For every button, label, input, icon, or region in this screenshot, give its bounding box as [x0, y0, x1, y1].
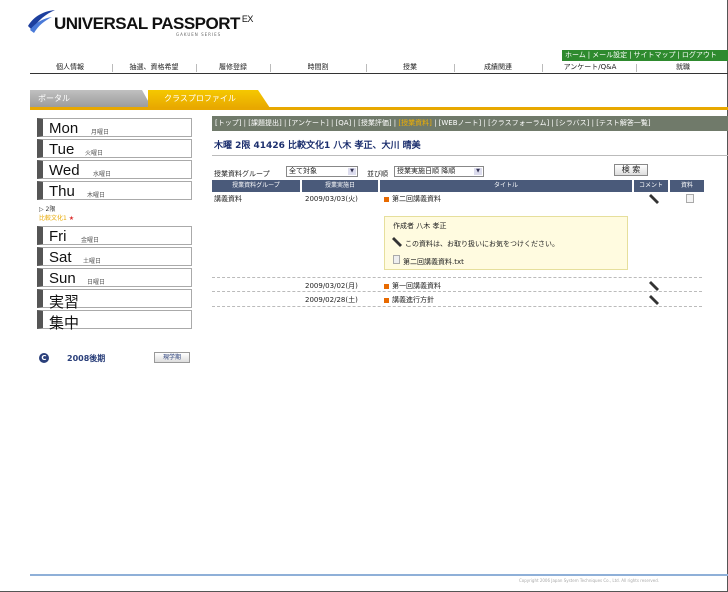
main-content: [トップ] | [課題提出] | [アンケート] | [QA] | [授業評価]…: [212, 116, 728, 307]
class-nav-bar: [トップ] | [課題提出] | [アンケート] | [QA] | [授業評価]…: [212, 116, 728, 131]
logo-text: UNIVERSAL PASSPORT EX: [54, 14, 253, 33]
table-header: 授業資料グループ 授業実施日 タイトル コメント 資料: [212, 180, 728, 192]
material-icon: [384, 196, 389, 202]
nav-lottery[interactable]: 抽選、資格希望: [116, 62, 192, 73]
class-nav-links[interactable]: [トップ] | [課題提出] | [アンケート] | [QA] | [授業評価]…: [215, 119, 398, 127]
term-selector: C 2008後期 現学期: [37, 352, 192, 366]
attached-file-link[interactable]: 第二回講義資料.txt: [403, 257, 464, 267]
col-comment: コメント: [634, 180, 668, 192]
nav-grades[interactable]: 成績関連: [458, 62, 538, 73]
tab-portal[interactable]: ポータル: [30, 90, 152, 108]
day-thursday[interactable]: Thu 木曜日: [37, 181, 192, 200]
author: 作成者 八木 孝正: [393, 222, 447, 230]
term-c-icon: C: [39, 353, 49, 363]
col-group: 授業資料グループ: [212, 180, 300, 192]
nav-timetable[interactable]: 時間割: [274, 62, 362, 73]
col-date: 授業実施日: [302, 180, 378, 192]
logo-swoosh-icon: [28, 10, 55, 33]
divider: [212, 155, 728, 156]
material-icon: [384, 283, 389, 289]
footer-divider: [30, 574, 728, 576]
current-term-button[interactable]: 現学期: [154, 352, 190, 363]
material-title-link[interactable]: 講義進行方針: [384, 295, 434, 305]
class-nav-current[interactable]: [授業資料]: [398, 119, 431, 127]
col-title: タイトル: [380, 180, 632, 192]
utility-links: ホーム | メール設定 | サイトマップ | ログアウト: [562, 50, 728, 61]
pencil-icon: [392, 237, 402, 247]
document-icon[interactable]: [686, 194, 694, 203]
material-icon: [384, 297, 389, 303]
col-material: 資料: [670, 180, 704, 192]
nav-personal-info[interactable]: 個人情報: [30, 62, 110, 73]
tab-bar: ポータル クラスプロファイル: [30, 90, 728, 108]
home-link[interactable]: ホーム: [565, 51, 586, 59]
day-tuesday[interactable]: Tue 火曜日: [37, 139, 192, 158]
material-details-popup: 作成者 八木 孝正 この資料は、お取り扱いにお気をつけください。 第二回講義資料…: [384, 216, 628, 270]
pencil-icon[interactable]: [648, 194, 660, 204]
nav-survey-qa[interactable]: アンケート/Q&A: [546, 62, 634, 73]
period-label: ▷ 2限: [39, 206, 56, 213]
course-link[interactable]: 比較文化1 ★: [39, 213, 192, 222]
comment-message: この資料は、お取り扱いにお気をつけください。: [405, 240, 559, 248]
search-button[interactable]: 検 索: [614, 164, 648, 176]
material-title-link[interactable]: 第一回講義資料: [384, 281, 441, 291]
nav-classes[interactable]: 授業: [370, 62, 450, 73]
thursday-courses: ▷ 2限 比較文化1 ★: [37, 202, 192, 226]
chevron-down-icon: ▼: [474, 168, 482, 175]
sort-label: 並び順: [367, 170, 388, 178]
day-intensive[interactable]: 集中: [37, 310, 192, 332]
material-title-link[interactable]: 第二回講義資料: [384, 194, 441, 204]
day-wednesday[interactable]: Wed 水曜日: [37, 160, 192, 179]
tab-underline: [30, 107, 728, 110]
day-saturday[interactable]: Sat 土曜日: [37, 247, 192, 266]
nav-career[interactable]: 就職: [640, 62, 726, 73]
sitemap-link[interactable]: サイトマップ: [634, 51, 676, 59]
day-sidebar: Mon 月曜日 Tue 火曜日 Wed 水曜日 Thu 木曜日 ▷ 2限 比較文化1 ★…: [37, 118, 192, 332]
tab-class-profile[interactable]: クラスプロファイル: [148, 90, 270, 108]
filter-bar: 授業資料グループ 全て対象 ▼ 並び順 授業実施日順 降順 ▼ 検 索: [212, 164, 728, 180]
day-monday[interactable]: Mon 月曜日: [37, 118, 192, 137]
group-select[interactable]: 全て対象 ▼: [286, 166, 358, 177]
star-icon: ★: [68, 215, 75, 222]
chevron-down-icon: ▼: [348, 168, 356, 175]
mail-settings-link[interactable]: メール設定: [592, 51, 627, 59]
day-sunday[interactable]: Sun 日曜日: [37, 268, 192, 287]
copyright: Copyright 2006 Japan System Techniques C…: [519, 578, 660, 583]
logout-link[interactable]: ログアウト: [682, 51, 717, 59]
day-friday[interactable]: Fri 金曜日: [37, 226, 192, 245]
group-label: 授業資料グループ: [214, 170, 270, 178]
pencil-icon[interactable]: [648, 295, 660, 305]
class-nav-links-after[interactable]: | [WEBノート] | [クラスフォーラム] | [シラバス] | [テスト解…: [432, 119, 651, 127]
term-name: 2008後期: [67, 354, 106, 363]
main-nav: 個人情報 抽選、資格希望 履修登録 時間割 授業 成績関連 アンケート/Q&A …: [30, 62, 728, 74]
nav-registration[interactable]: 履修登録: [200, 62, 266, 73]
file-icon: [393, 255, 400, 264]
pencil-icon[interactable]: [648, 281, 660, 291]
sort-select[interactable]: 授業実施日順 降順 ▼: [394, 166, 484, 177]
logo-subtitle: GAKUEN SERIES: [176, 32, 222, 37]
day-practicum[interactable]: 実習: [37, 289, 192, 311]
course-title: 木曜 2限 41426 比較文化1 八木 孝正、大川 晴美: [214, 141, 421, 151]
